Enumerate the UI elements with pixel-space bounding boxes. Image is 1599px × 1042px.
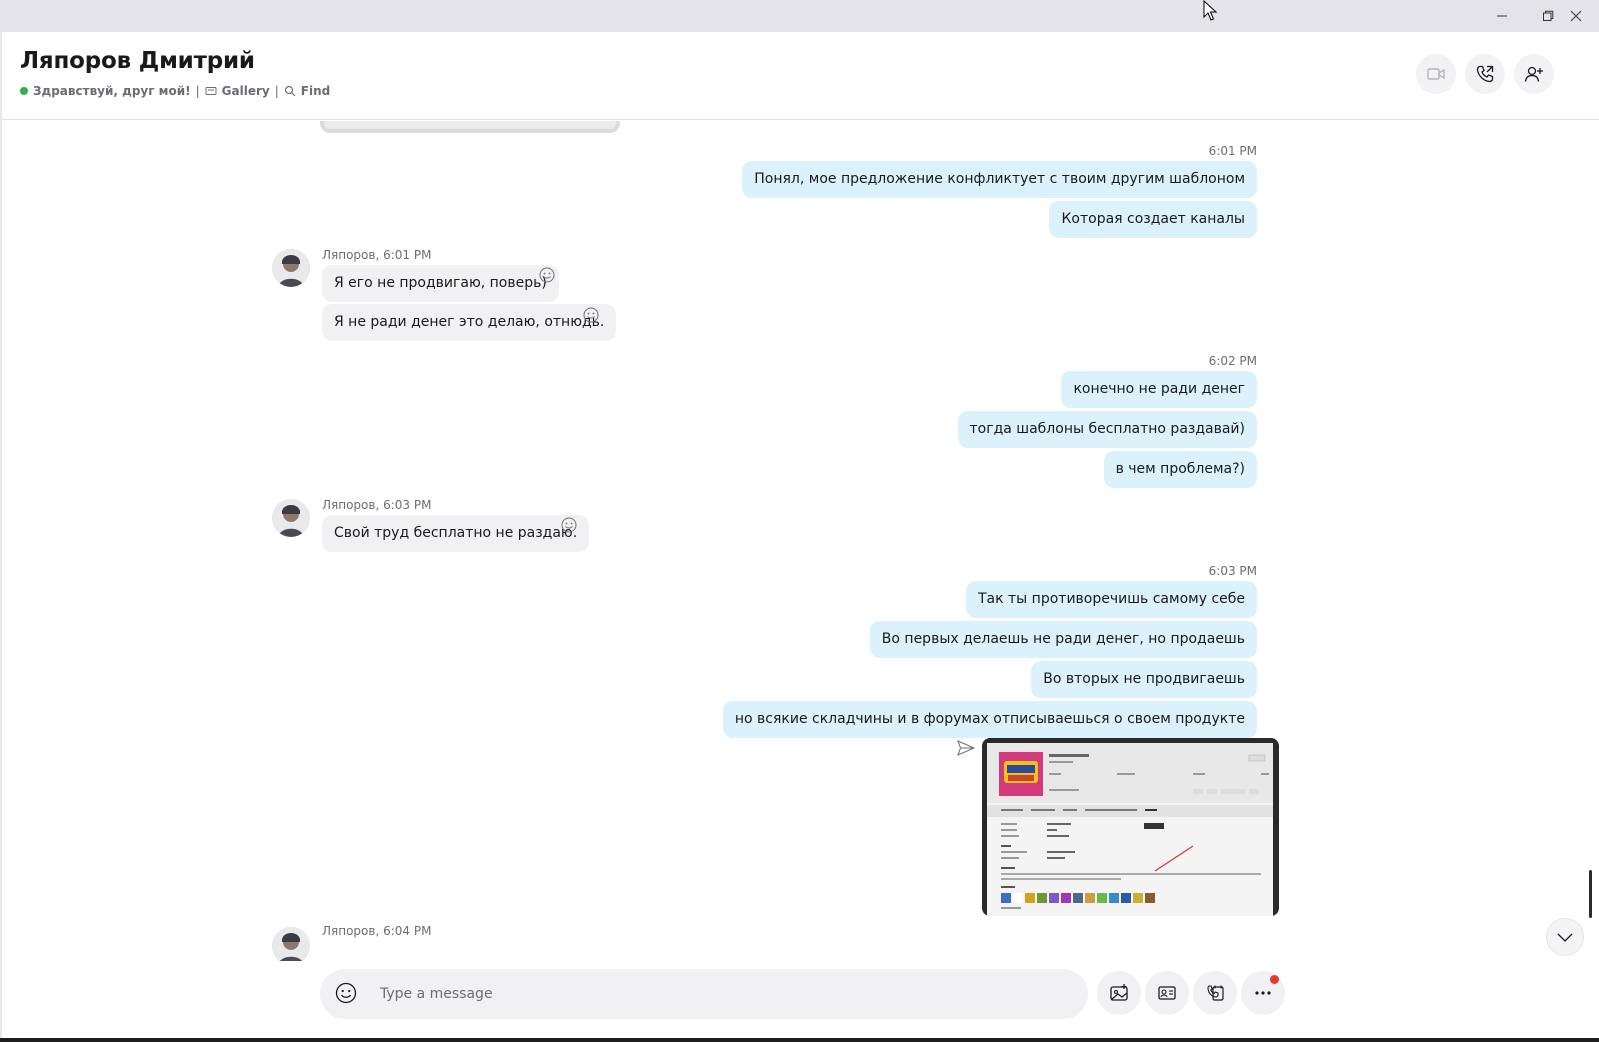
emoji-icon[interactable] <box>334 981 358 1005</box>
contact-avatar[interactable] <box>272 499 310 537</box>
message-list[interactable]: 6:01 PM Понял, мое предложение конфликту… <box>2 121 1599 961</box>
contact-name[interactable]: Ляпоров Дмитрий <box>20 48 255 74</box>
message-timestamp: 6:03 PM <box>1208 564 1257 578</box>
message-timestamp: 6:01 PM <box>1208 144 1257 158</box>
online-status-dot <box>20 87 28 95</box>
header-subline: Здравствуй, друг мой! | Gallery | Find <box>20 84 330 98</box>
add-reaction-icon[interactable] <box>538 266 556 284</box>
avatar-image <box>272 499 310 537</box>
video-camera-icon <box>1427 68 1445 80</box>
close-button[interactable] <box>1553 0 1599 32</box>
outgoing-message[interactable]: в чем проблема?) <box>1103 451 1257 488</box>
outgoing-message[interactable]: Во первых делаешь не ради денег, но прод… <box>869 621 1257 658</box>
send-media-button[interactable] <box>1097 971 1141 1015</box>
phone-icon <box>1476 65 1494 83</box>
add-person-icon <box>1524 66 1543 82</box>
incoming-message[interactable]: Свой труд бесплатно не раздаю. <box>322 515 590 552</box>
sender-timestamp: Ляпоров, 6:04 PM <box>322 924 432 938</box>
avatar-image <box>272 249 310 287</box>
more-dots-icon <box>1255 991 1271 995</box>
attachment-preview <box>987 743 1273 916</box>
conversation-header: Ляпоров Дмитрий Здравствуй, друг мой! | … <box>2 32 1599 120</box>
audio-call-button[interactable] <box>1465 54 1505 94</box>
add-reaction-icon[interactable] <box>560 516 578 534</box>
window-titlebar <box>0 0 1599 32</box>
sender-timestamp: Ляпоров, 6:01 PM <box>322 248 432 262</box>
outgoing-message[interactable]: конечно не ради денег <box>1061 371 1257 408</box>
separator: | <box>274 84 279 98</box>
previous-message-fragment <box>320 121 620 133</box>
sender-timestamp: Ляпоров, 6:03 PM <box>322 498 432 512</box>
image-attach-icon <box>1110 984 1128 1001</box>
separator: | <box>195 84 200 98</box>
attachment-screenshot-image <box>987 743 1273 909</box>
skype-window: Ляпоров Дмитрий Здравствуй, друг мой! | … <box>0 0 1599 1042</box>
search-icon <box>284 85 296 97</box>
scrollbar-thumb[interactable] <box>1589 870 1592 918</box>
notification-badge <box>1270 975 1279 984</box>
message-composer <box>320 969 1088 1019</box>
message-input[interactable] <box>380 969 1070 1019</box>
outgoing-message[interactable]: Во вторых не продвигаешь <box>1031 661 1257 698</box>
find-link[interactable]: Find <box>301 84 330 98</box>
contact-avatar[interactable] <box>272 249 310 287</box>
gallery-icon <box>205 87 217 95</box>
incoming-message[interactable]: Я его не продвигаю, поверь) <box>322 265 559 302</box>
gallery-link[interactable]: Gallery <box>222 84 270 98</box>
video-call-button[interactable] <box>1416 54 1456 94</box>
window-bottom-border <box>0 1038 1599 1042</box>
avatar-image <box>272 927 310 961</box>
add-reaction-icon[interactable] <box>582 306 600 324</box>
contact-card-icon <box>1158 986 1176 1000</box>
minimize-button[interactable] <box>1479 0 1525 32</box>
mood-message: Здравствуй, друг мой! <box>33 84 191 98</box>
sent-status-icon <box>957 740 975 756</box>
schedule-call-button[interactable] <box>1193 971 1237 1015</box>
calendar-call-icon <box>1207 985 1224 1001</box>
minimize-icon <box>1497 15 1507 17</box>
contact-avatar[interactable] <box>272 927 310 961</box>
outgoing-message[interactable]: тогда шаблоны бесплатно раздавай) <box>957 411 1257 448</box>
mouse-cursor-icon <box>1203 0 1218 21</box>
scroll-to-bottom-button[interactable] <box>1546 918 1584 956</box>
outgoing-message[interactable]: Которая создает каналы <box>1049 201 1257 238</box>
close-icon <box>1570 10 1582 22</box>
add-people-button[interactable] <box>1514 54 1554 94</box>
send-contact-button[interactable] <box>1145 971 1189 1015</box>
incoming-message[interactable]: Я не ради денег это делаю, отнюдь. <box>322 304 617 341</box>
outgoing-message[interactable]: Так ты противоречишь самому себе <box>965 581 1257 618</box>
message-timestamp: 6:02 PM <box>1208 354 1257 368</box>
chevron-down-icon <box>1557 933 1573 942</box>
outgoing-message[interactable]: Понял, мое предложение конфликтует с тво… <box>742 161 1257 198</box>
outgoing-message[interactable]: но всякие складчины и в форумах отписыва… <box>722 701 1257 738</box>
image-attachment[interactable] <box>982 738 1279 916</box>
